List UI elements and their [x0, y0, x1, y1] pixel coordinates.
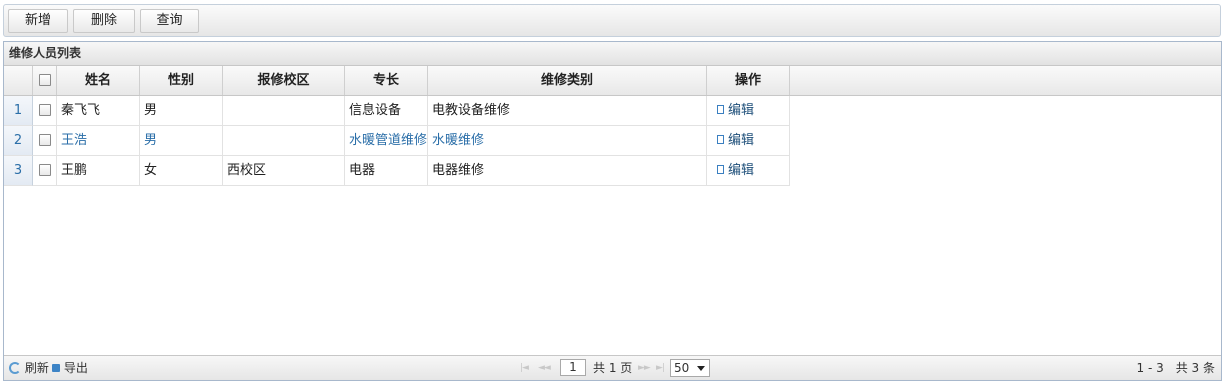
grid-panel: 维修人员列表 姓名 性别 报修校区 专长 维修类别 操作 1 秦飞飞 男 信息设… — [3, 41, 1222, 381]
cell-category: 水暖维修 — [428, 126, 707, 156]
row-number: 2 — [4, 126, 33, 156]
header-category[interactable]: 维修类别 — [428, 66, 707, 95]
cell-name: 王浩 — [57, 126, 140, 156]
edit-icon — [717, 105, 724, 114]
cell-gender: 男 — [140, 126, 223, 156]
header-action: 操作 — [707, 66, 790, 95]
edit-link[interactable]: 编辑 — [717, 103, 754, 118]
prev-page-icon[interactable]: ◄◄ — [538, 356, 551, 380]
row-checkbox[interactable] — [39, 103, 51, 116]
query-button[interactable]: 查询 — [140, 9, 199, 33]
row-select[interactable] — [33, 156, 57, 186]
edit-label: 编辑 — [728, 103, 755, 118]
table-row[interactable]: 3 王鹏 女 西校区 电器 电器维修 编辑 — [4, 156, 790, 186]
total-pages: 共 1 页 — [593, 361, 633, 375]
row-checkbox[interactable] — [39, 163, 51, 176]
export-label: 导出 — [63, 361, 88, 375]
page-size-value: 50 — [674, 361, 690, 375]
cell-specialty: 信息设备 — [345, 96, 428, 126]
next-page-icon[interactable]: ►► — [638, 356, 651, 380]
cell-specialty: 电器 — [345, 156, 428, 186]
header-campus[interactable]: 报修校区 — [223, 66, 345, 95]
header-select-all[interactable] — [33, 66, 57, 95]
cell-name: 王鹏 — [57, 156, 140, 186]
select-all-checkbox[interactable] — [38, 73, 51, 86]
header-gender[interactable]: 性别 — [140, 66, 223, 95]
edit-icon — [717, 165, 724, 174]
chevron-down-icon — [697, 366, 705, 371]
record-info: 1 - 3 共 3 条 — [1136, 361, 1216, 375]
delete-button[interactable]: 删除 — [73, 9, 135, 33]
grid-header: 姓名 性别 报修校区 专长 维修类别 操作 — [4, 66, 1221, 96]
first-page-icon[interactable]: |◄ — [520, 356, 529, 380]
grid-caption: 维修人员列表 — [4, 42, 1221, 66]
edit-link[interactable]: 编辑 — [717, 133, 754, 148]
cell-category: 电器维修 — [428, 156, 707, 186]
refresh-button[interactable]: 刷新 — [9, 356, 49, 380]
cell-action: 编辑 — [707, 156, 790, 186]
row-select[interactable] — [33, 126, 57, 156]
cell-campus — [223, 96, 345, 126]
cell-action: 编辑 — [707, 126, 790, 156]
row-select[interactable] — [33, 96, 57, 126]
edit-link[interactable]: 编辑 — [717, 163, 754, 178]
table-row[interactable]: 2 王浩 男 水暖管道维修 水暖维修 编辑 — [4, 126, 790, 156]
page-input[interactable]: 1 — [560, 359, 586, 376]
cell-campus — [223, 126, 345, 156]
refresh-icon — [9, 361, 21, 374]
row-checkbox[interactable] — [39, 133, 51, 146]
cell-gender: 男 — [140, 96, 223, 126]
add-button[interactable]: 新增 — [8, 9, 68, 33]
header-specialty[interactable]: 专长 — [345, 66, 428, 95]
cell-action: 编辑 — [707, 96, 790, 126]
pager: 刷新 导出 |◄ ◄◄ 1 共 1 页 ►► ►| 50 1 - 3 共 3 条 — [4, 355, 1221, 380]
export-button[interactable]: 导出 — [52, 356, 88, 380]
edit-icon — [717, 135, 724, 144]
page-size-select[interactable]: 50 — [670, 359, 710, 377]
edit-label: 编辑 — [728, 163, 755, 178]
header-name[interactable]: 姓名 — [57, 66, 140, 95]
refresh-label: 刷新 — [24, 361, 49, 375]
cell-campus: 西校区 — [223, 156, 345, 186]
edit-label: 编辑 — [728, 133, 755, 148]
row-number: 3 — [4, 156, 33, 186]
cell-category: 电教设备维修 — [428, 96, 707, 126]
table-row[interactable]: 1 秦飞飞 男 信息设备 电教设备维修 编辑 — [4, 96, 790, 126]
export-icon — [52, 363, 60, 372]
header-rownum — [4, 66, 33, 95]
toolbar: 新增 删除 查询 — [3, 4, 1221, 37]
row-number: 1 — [4, 96, 33, 126]
cell-specialty: 水暖管道维修 — [345, 126, 428, 156]
last-page-icon[interactable]: ►| — [656, 356, 665, 380]
cell-name: 秦飞飞 — [57, 96, 140, 126]
cell-gender: 女 — [140, 156, 223, 186]
